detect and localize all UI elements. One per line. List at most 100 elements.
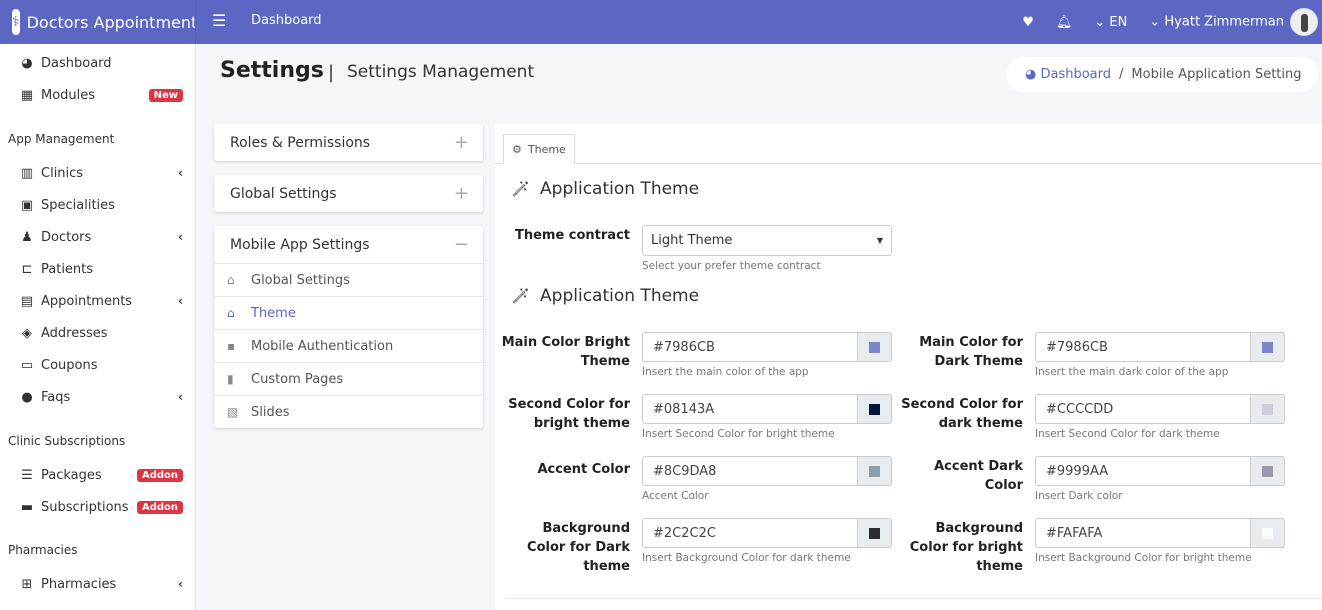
color-field-label: Second Color for bright theme <box>508 397 630 431</box>
submenu-label: Slides <box>251 404 290 420</box>
bell-icon[interactable]: 🔔︎ <box>1056 15 1073 30</box>
color-field-help: Insert the main color of the app <box>642 366 809 378</box>
submenu-item[interactable]: ▮ Custom Pages <box>214 362 483 395</box>
color-input[interactable]: #9999AA <box>1035 456 1251 486</box>
color-swatch <box>1262 527 1273 539</box>
sidebar-item-label: Appointments <box>41 293 133 309</box>
color-field-label: Background Color for Dark theme <box>527 521 630 574</box>
sidebar-item-label: Addresses <box>41 325 108 341</box>
file-icon: ▮ <box>227 372 234 386</box>
sidebar-item-pharmacies[interactable]: ⊞ Pharmacies ‹ <box>18 573 183 595</box>
color-input[interactable]: #FAFAFA <box>1035 518 1251 548</box>
color-input[interactable]: #CCCCDD <box>1035 394 1251 424</box>
color-field-help: Accent Color <box>642 490 709 502</box>
user-dropdown[interactable]: ⌄ Hyatt Zimmerman <box>1149 8 1318 36</box>
submenu-label: Custom Pages <box>251 371 344 387</box>
language-dropdown[interactable]: ⌄ EN <box>1094 15 1127 30</box>
sidebar-item-coupons[interactable]: ▭ Coupons <box>18 354 183 376</box>
first-aid-icon: ⊞ <box>21 576 33 592</box>
tab-theme[interactable]: ⚙ Theme <box>503 134 575 164</box>
color-picker-button[interactable] <box>858 456 892 486</box>
accordion-header[interactable]: Mobile App Settings − <box>214 226 483 263</box>
color-picker-button[interactable] <box>1251 518 1285 548</box>
accordion-header[interactable]: Global Settings + <box>214 175 483 212</box>
magic-wand-icon: 🪄︎ <box>511 180 531 198</box>
color-input[interactable]: #7986CB <box>642 332 858 362</box>
sidebar-item-dashboard[interactable]: ◕ Dashboard <box>18 52 183 74</box>
sidebar-item-label: Dashboard <box>41 55 112 71</box>
page-title: Settings <box>220 58 324 83</box>
plus-icon[interactable]: + <box>454 132 469 153</box>
accordion-header[interactable]: Roles & Permissions + <box>214 124 483 161</box>
plus-icon[interactable]: + <box>454 183 469 204</box>
sidebar-item-label: Packages <box>41 467 102 483</box>
sidebar-item-specialities[interactable]: ▣ Specialities <box>18 194 183 216</box>
color-input[interactable]: #7986CB <box>1035 332 1251 362</box>
color-field-label: Main Color Bright Theme <box>501 335 630 369</box>
avatar <box>1290 8 1318 36</box>
color-picker-button[interactable] <box>1251 456 1285 486</box>
calendar-check-icon: ▤ <box>20 293 34 309</box>
bed-icon: ⊏ <box>21 261 33 277</box>
accordion-title: Roles & Permissions <box>230 134 371 151</box>
tab-divider <box>495 163 1322 164</box>
submenu-item[interactable]: ⌂ Theme <box>214 296 483 329</box>
color-field-label: Second Color for dark theme <box>901 397 1023 431</box>
heart-icon[interactable]: ♥ <box>1022 15 1034 30</box>
caret-down-icon: ▼ <box>876 236 883 245</box>
breadcrumb-separator: / <box>1119 67 1124 82</box>
color-field-help: Insert Background Color for dark theme <box>642 552 851 564</box>
sidebar-item-appointments[interactable]: ▤ Appointments ‹ <box>18 290 183 312</box>
doctor-icon: ♟ <box>21 229 33 245</box>
color-input[interactable]: #2C2C2C <box>642 518 858 548</box>
theme-contract-select[interactable]: Light Theme ▼ <box>642 225 892 256</box>
sidebar-section-heading: App Management <box>8 132 115 146</box>
nav-dashboard-link[interactable]: Dashboard <box>251 13 322 28</box>
color-swatch <box>869 341 880 353</box>
color-input[interactable]: #08143A <box>642 394 858 424</box>
sidebar-item-packages[interactable]: ☰ Packages Addon <box>18 464 183 486</box>
page-subtitle: Settings Management <box>347 62 535 82</box>
submenu-item[interactable]: ⌂ Global Settings <box>214 263 483 296</box>
minus-icon[interactable]: − <box>454 234 469 255</box>
color-field-help: Insert the main dark color of the app <box>1035 366 1229 378</box>
grid-icon: ▦ <box>20 87 34 103</box>
submenu-label: Theme <box>251 305 296 321</box>
color-picker-button[interactable] <box>858 518 892 548</box>
id-card-icon: ▬ <box>20 499 34 515</box>
section-title: 🪄︎ Application Theme <box>511 179 699 199</box>
medical-book-icon: ▣ <box>20 197 34 213</box>
breadcrumb-dashboard[interactable]: ◕ Dashboard <box>1025 67 1111 82</box>
section-title: 🪄︎ Application Theme <box>511 286 699 306</box>
submenu-item[interactable]: ▧ Slides <box>214 395 483 428</box>
question-circle-icon: ● <box>21 389 33 405</box>
sidebar-item-addresses[interactable]: ◈ Addresses <box>18 322 183 344</box>
accordion-panel: Roles & Permissions + <box>214 124 483 161</box>
color-picker-button[interactable] <box>858 332 892 362</box>
color-swatch <box>1262 403 1273 415</box>
list-icon: ☰ <box>21 467 33 483</box>
menu-toggle-icon[interactable]: ☰ <box>212 11 226 30</box>
submenu-item[interactable]: ▪ Mobile Authentication <box>214 329 483 362</box>
sidebar-item-label: Patients <box>41 261 94 277</box>
sidebar-item-modules[interactable]: ▦ Modules New <box>18 84 183 106</box>
sidebar-item-patients[interactable]: ⊏ Patients <box>18 258 183 280</box>
map-marker-icon: ◈ <box>22 325 32 341</box>
color-picker-button[interactable] <box>1251 394 1285 424</box>
color-field-help: Insert Second Color for bright theme <box>642 428 835 440</box>
sidebar-item-subscriptions[interactable]: ▬ Subscriptions Addon <box>18 496 183 518</box>
sidebar-item-clinics[interactable]: ▥ Clinics ‹ <box>18 162 183 184</box>
brand[interactable]: ⚕ Doctors Appointment <box>0 0 196 44</box>
sidebar-item-faqs[interactable]: ● Faqs ‹ <box>18 386 183 408</box>
divider <box>505 598 1322 599</box>
sidebar-item-doctors[interactable]: ♟ Doctors ‹ <box>18 226 183 248</box>
color-picker-button[interactable] <box>1251 332 1285 362</box>
tachometer-icon: ◕ <box>21 55 33 71</box>
color-picker-button[interactable] <box>858 394 892 424</box>
color-input[interactable]: #8C9DA8 <box>642 456 858 486</box>
section-title-text: Application Theme <box>540 286 700 306</box>
sidebar-item-label: Modules <box>41 87 96 103</box>
badge: New <box>148 88 183 102</box>
tab-theme-label: Theme <box>527 143 566 156</box>
color-swatch <box>869 403 880 415</box>
